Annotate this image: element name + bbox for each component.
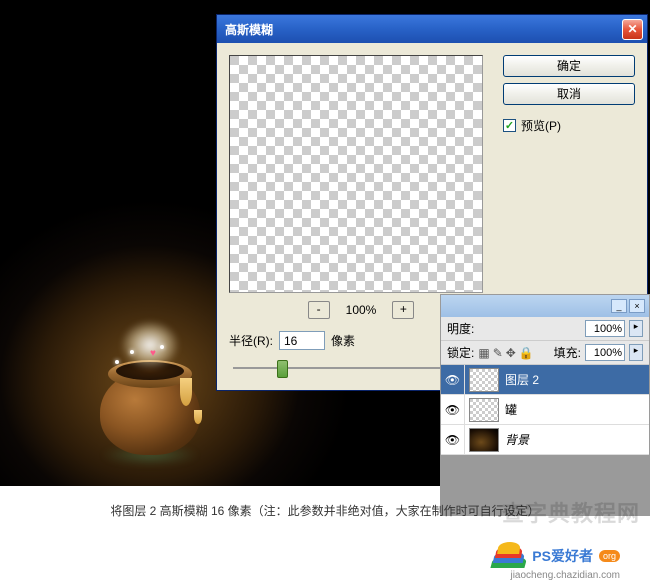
panel-close-button[interactable]: × — [629, 299, 645, 313]
logo-badge: org — [599, 550, 620, 562]
opacity-input[interactable] — [585, 320, 625, 337]
layer-thumbnail[interactable] — [469, 428, 499, 452]
ok-button[interactable]: 确定 — [503, 55, 635, 77]
layer-thumbnail[interactable] — [469, 398, 499, 422]
screenshot-area: ♥ 查字典教程网 高斯模糊 ✕ - 100% + 半径(R): 像素 — [0, 0, 650, 486]
honey-pot-artwork: ♥ — [90, 340, 210, 460]
lock-transparency-icon[interactable]: ▦ — [478, 346, 489, 360]
panel-tabs: _ × — [441, 295, 649, 317]
lock-all-icon[interactable]: 🔒 — [519, 346, 534, 360]
visibility-toggle[interactable]: 👁 — [441, 425, 465, 455]
layer-name[interactable]: 罐 — [503, 401, 649, 418]
lock-paint-icon[interactable]: ✎ — [493, 346, 503, 360]
zoom-out-button[interactable]: - — [308, 301, 330, 319]
footer-watermark: 查字典教程网 — [502, 496, 640, 528]
radius-unit: 像素 — [331, 332, 355, 349]
layer-thumbnail[interactable] — [469, 368, 499, 392]
eye-icon: 👁 — [445, 433, 460, 447]
eye-icon: 👁 — [445, 373, 460, 387]
layer-name[interactable]: 背景 — [503, 431, 649, 448]
visibility-toggle[interactable]: 👁 — [441, 365, 465, 395]
slider-thumb[interactable] — [277, 360, 288, 378]
visibility-toggle[interactable]: 👁 — [441, 395, 465, 425]
close-button[interactable]: ✕ — [622, 19, 643, 40]
cancel-button[interactable]: 取消 — [503, 83, 635, 105]
fill-arrow-button[interactable]: ▸ — [629, 344, 643, 361]
fill-label: 填充: — [554, 344, 581, 361]
opacity-label: 明度: — [447, 320, 474, 337]
fill-input[interactable] — [585, 344, 625, 361]
preview-checkbox[interactable]: ✓ — [503, 119, 516, 132]
layer-list: 👁 图层 2 👁 罐 👁 背景 — [441, 365, 649, 455]
eye-icon: 👁 — [445, 403, 460, 417]
opacity-arrow-button[interactable]: ▸ — [629, 320, 643, 337]
layer-row[interactable]: 👁 罐 — [441, 395, 649, 425]
dialog-titlebar[interactable]: 高斯模糊 ✕ — [217, 15, 647, 43]
dialog-title: 高斯模糊 — [225, 21, 622, 38]
logo-url: jiaocheng.chazidian.com — [510, 570, 620, 581]
close-icon: ✕ — [627, 22, 637, 36]
site-logo: PS爱好者 org — [492, 544, 620, 568]
logo-text: PS爱好者 — [532, 546, 593, 566]
radius-input[interactable] — [279, 331, 325, 350]
lock-label: 锁定: — [447, 344, 474, 361]
zoom-in-button[interactable]: + — [392, 301, 414, 319]
radius-label: 半径(R): — [229, 332, 273, 349]
layers-panel: _ × 明度: ▸ 锁定: ▦ ✎ ✥ 🔒 填充: ▸ 👁 — [440, 294, 650, 516]
panel-minimize-button[interactable]: _ — [611, 299, 627, 313]
logo-icon — [492, 544, 526, 568]
preview-checkbox-label: 预览(P) — [521, 117, 561, 134]
lock-icons[interactable]: ▦ ✎ ✥ 🔒 — [478, 346, 533, 360]
layer-name[interactable]: 图层 2 — [503, 371, 649, 388]
zoom-value: 100% — [346, 303, 377, 317]
lock-position-icon[interactable]: ✥ — [506, 346, 516, 360]
layer-row[interactable]: 👁 图层 2 — [441, 365, 649, 395]
layer-row[interactable]: 👁 背景 — [441, 425, 649, 455]
preview-area[interactable] — [229, 55, 483, 293]
